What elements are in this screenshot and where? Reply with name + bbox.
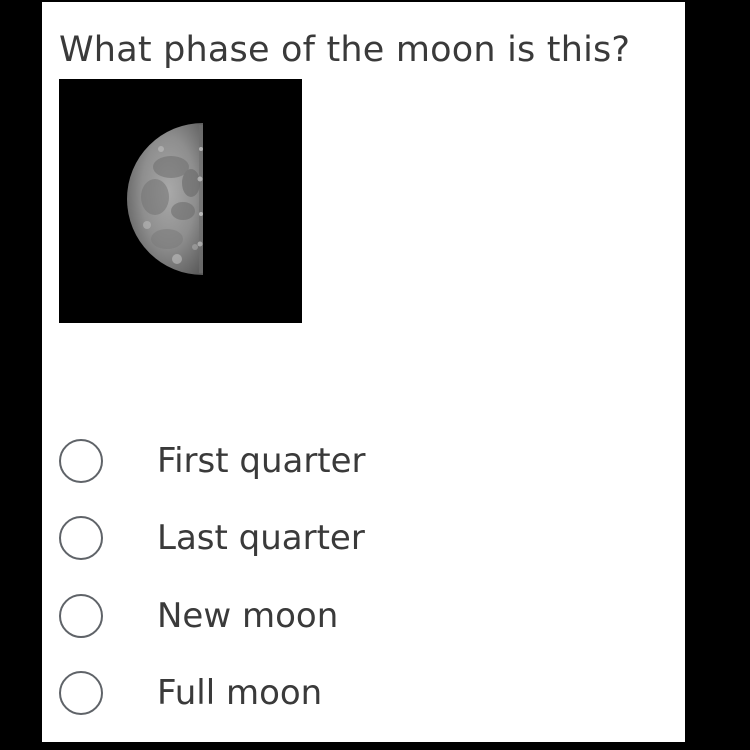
option-full-moon[interactable]: Full moon: [59, 667, 366, 719]
option-label: New moon: [157, 595, 339, 636]
option-label: Last quarter: [157, 518, 365, 559]
moon-photo-graphic: [59, 79, 302, 323]
bottom-border: [0, 742, 750, 750]
answer-options: First quarter Last quarter New moon Full…: [59, 435, 366, 744]
option-first-quarter[interactable]: First quarter: [59, 435, 366, 487]
option-label: Full moon: [157, 672, 323, 713]
option-new-moon[interactable]: New moon: [59, 590, 366, 642]
option-label: First quarter: [157, 441, 366, 481]
radio-button[interactable]: [59, 439, 103, 483]
question-card: What phase of the moon is this? First qu…: [42, 2, 685, 742]
option-last-quarter[interactable]: Last quarter: [59, 512, 366, 564]
radio-button[interactable]: [59, 593, 103, 638]
radio-button[interactable]: [59, 670, 103, 715]
question-text: What phase of the moon is this?: [59, 30, 631, 70]
radio-button[interactable]: [59, 516, 103, 561]
page-frame: What phase of the moon is this? First qu…: [0, 0, 750, 750]
moon-image: [59, 79, 302, 323]
